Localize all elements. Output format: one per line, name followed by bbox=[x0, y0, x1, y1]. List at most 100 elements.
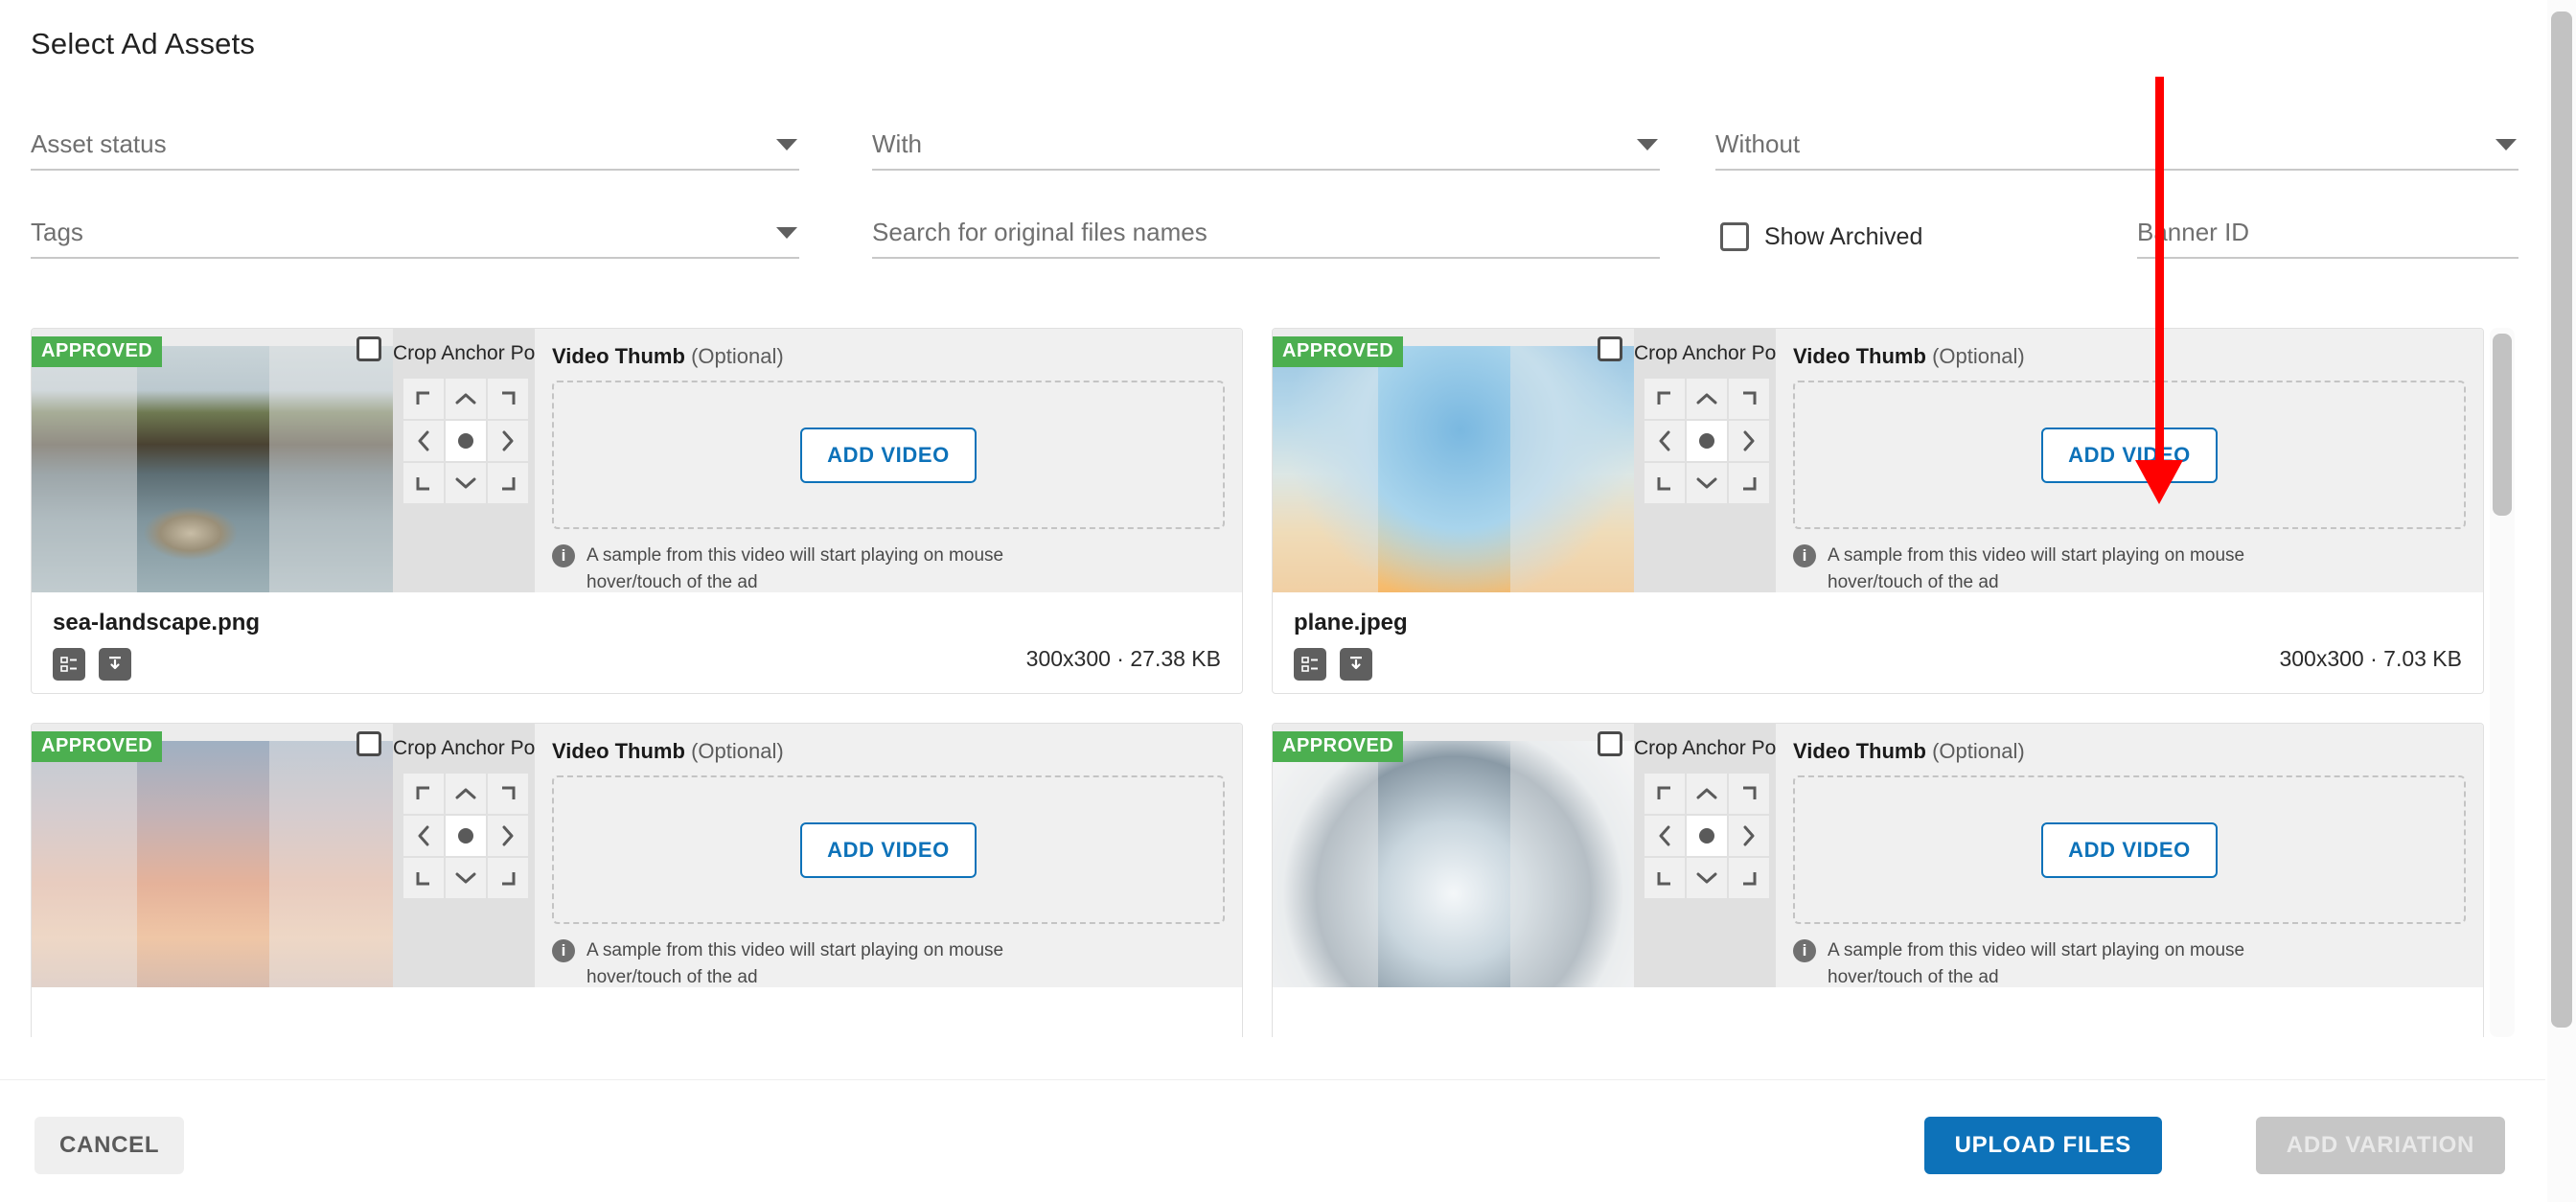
crop-anchor-middle-right-icon[interactable] bbox=[488, 816, 528, 856]
crop-anchor-middle-right-icon[interactable] bbox=[1729, 421, 1769, 461]
crop-anchor-top-left-icon[interactable] bbox=[403, 774, 444, 814]
chevron-down-icon[interactable] bbox=[776, 227, 797, 239]
crop-anchor-top-center-icon[interactable] bbox=[446, 379, 486, 419]
crop-anchor-bottom-left-icon[interactable] bbox=[403, 858, 444, 898]
asset-card[interactable]: APPROVED Crop Anchor Point Video Thumb (… bbox=[1272, 328, 2484, 694]
crop-overlay-region bbox=[137, 346, 269, 592]
crop-anchor-middle-left-icon[interactable] bbox=[1644, 421, 1685, 461]
tags-select[interactable]: Tags bbox=[31, 209, 799, 259]
crop-anchor-bottom-left-icon[interactable] bbox=[1644, 463, 1685, 503]
crop-anchor-bottom-right-icon[interactable] bbox=[1729, 858, 1769, 898]
without-select[interactable]: Without bbox=[1715, 121, 2518, 171]
asset-card-top: APPROVED Crop Anchor Point Video Thumb (… bbox=[1273, 724, 2483, 987]
crop-anchor-bottom-center-icon[interactable] bbox=[1687, 858, 1727, 898]
asset-list-scrollbar-thumb[interactable] bbox=[2493, 334, 2512, 516]
cancel-button[interactable]: CANCEL bbox=[34, 1117, 185, 1174]
add-video-button[interactable]: ADD VIDEO bbox=[800, 427, 977, 483]
asset-thumbnail[interactable]: APPROVED bbox=[1273, 724, 1634, 987]
banner-id-placeholder: Banner ID bbox=[2137, 218, 2250, 246]
checkbox-box[interactable] bbox=[1720, 222, 1749, 251]
crop-anchor-middle-left-icon[interactable] bbox=[1644, 816, 1685, 856]
chevron-down-icon[interactable] bbox=[2496, 139, 2517, 150]
add-video-button[interactable]: ADD VIDEO bbox=[800, 821, 977, 878]
crop-anchor-bottom-center-icon[interactable] bbox=[1687, 463, 1727, 503]
video-thumb-title-text: Video Thumb bbox=[552, 739, 685, 763]
asset-thumbnail[interactable]: APPROVED bbox=[1273, 329, 1634, 592]
video-dropzone[interactable]: ADD VIDEO bbox=[552, 775, 1225, 924]
info-icon: i bbox=[1793, 939, 1816, 962]
crop-anchor-top-left-icon[interactable] bbox=[1644, 379, 1685, 419]
asset-file-name: plane.jpeg bbox=[1294, 610, 1408, 636]
download-icon[interactable] bbox=[1340, 648, 1372, 681]
crop-anchor-top-right-icon[interactable] bbox=[1729, 379, 1769, 419]
search-placeholder: Search for original files names bbox=[872, 218, 1208, 246]
crop-anchor-top-right-icon[interactable] bbox=[488, 379, 528, 419]
download-icon[interactable] bbox=[99, 648, 131, 681]
video-thumb-title: Video Thumb (Optional) bbox=[552, 344, 1225, 369]
crop-anchor-title: Crop Anchor Point bbox=[393, 342, 557, 364]
tags-label: Tags bbox=[31, 218, 83, 246]
video-dropzone[interactable]: ADD VIDEO bbox=[1793, 775, 2466, 924]
video-hint: i A sample from this video will start pl… bbox=[552, 937, 1225, 990]
crop-anchor-center-icon[interactable] bbox=[446, 816, 486, 856]
add-video-button[interactable]: ADD VIDEO bbox=[2041, 821, 2218, 878]
status-badge: APPROVED bbox=[1273, 731, 1404, 762]
crop-anchor-top-left-icon[interactable] bbox=[403, 379, 444, 419]
crop-anchor-panel: Crop Anchor Point bbox=[1634, 724, 1798, 987]
crop-anchor-top-center-icon[interactable] bbox=[446, 774, 486, 814]
show-archived-checkbox[interactable]: Show Archived bbox=[1720, 222, 1922, 251]
crop-anchor-bottom-right-icon[interactable] bbox=[1729, 463, 1769, 503]
search-input[interactable]: Search for original files names bbox=[872, 209, 1660, 259]
crop-anchor-bottom-right-icon[interactable] bbox=[488, 463, 528, 503]
crop-anchor-panel: Crop Anchor Point bbox=[393, 724, 556, 987]
video-thumb-optional: (Optional) bbox=[1932, 739, 2025, 763]
crop-anchor-bottom-center-icon[interactable] bbox=[446, 463, 486, 503]
video-thumb-title-text: Video Thumb bbox=[1793, 739, 1926, 763]
crop-anchor-center-icon[interactable] bbox=[1687, 421, 1727, 461]
crop-anchor-bottom-right-icon[interactable] bbox=[488, 858, 528, 898]
add-video-button[interactable]: ADD VIDEO bbox=[2041, 427, 2218, 483]
with-select[interactable]: With bbox=[872, 121, 1660, 171]
crop-anchor-bottom-left-icon[interactable] bbox=[1644, 858, 1685, 898]
crop-anchor-title: Crop Anchor Point bbox=[1634, 737, 1798, 759]
crop-anchor-middle-left-icon[interactable] bbox=[403, 421, 444, 461]
asset-select-checkbox[interactable] bbox=[1598, 336, 1622, 361]
asset-select-checkbox[interactable] bbox=[356, 731, 381, 756]
crop-anchor-panel: Crop Anchor Point bbox=[1634, 329, 1797, 592]
asset-thumbnail[interactable]: APPROVED bbox=[32, 724, 393, 987]
crop-anchor-middle-left-icon[interactable] bbox=[403, 816, 444, 856]
chevron-down-icon[interactable] bbox=[776, 139, 797, 150]
asset-select-checkbox[interactable] bbox=[1598, 731, 1622, 756]
crop-anchor-middle-right-icon[interactable] bbox=[488, 421, 528, 461]
asset-grid: APPROVED Crop Anchor Point Video Thumb (… bbox=[31, 328, 2517, 1037]
crop-anchor-top-center-icon[interactable] bbox=[1687, 774, 1727, 814]
video-hint: i A sample from this video will start pl… bbox=[1793, 543, 2466, 595]
crop-anchor-middle-right-icon[interactable] bbox=[1729, 816, 1769, 856]
asset-card-top: APPROVED Crop Anchor Point Video Thumb (… bbox=[32, 329, 1242, 592]
video-thumb-panel: Video Thumb (Optional) ADD VIDEO i A sam… bbox=[535, 724, 1242, 987]
details-icon[interactable] bbox=[1294, 648, 1326, 681]
crop-anchor-center-icon[interactable] bbox=[446, 421, 486, 461]
crop-anchor-bottom-left-icon[interactable] bbox=[403, 463, 444, 503]
asset-card[interactable]: APPROVED Crop Anchor Point Video Thumb (… bbox=[31, 723, 1243, 1037]
video-dropzone[interactable]: ADD VIDEO bbox=[1793, 381, 2466, 529]
asset-card[interactable]: APPROVED Crop Anchor Point Video Thumb (… bbox=[1272, 723, 2484, 1037]
banner-id-input[interactable]: Banner ID bbox=[2137, 209, 2518, 259]
asset-card[interactable]: APPROVED Crop Anchor Point Video Thumb (… bbox=[31, 328, 1243, 694]
asset-card-footer: sea-landscape.png 300x300 · 27.38 KB bbox=[32, 592, 1242, 693]
video-dropzone[interactable]: ADD VIDEO bbox=[552, 381, 1225, 529]
crop-anchor-bottom-center-icon[interactable] bbox=[446, 858, 486, 898]
asset-status-select[interactable]: Asset status bbox=[31, 121, 799, 171]
crop-anchor-top-right-icon[interactable] bbox=[488, 774, 528, 814]
crop-anchor-center-icon[interactable] bbox=[1687, 816, 1727, 856]
chevron-down-icon[interactable] bbox=[1637, 139, 1658, 150]
asset-list-scroll-region[interactable]: APPROVED Crop Anchor Point Video Thumb (… bbox=[31, 328, 2517, 1037]
upload-files-button[interactable]: UPLOAD FILES bbox=[1923, 1117, 2162, 1174]
details-icon[interactable] bbox=[53, 648, 85, 681]
crop-anchor-top-left-icon[interactable] bbox=[1644, 774, 1685, 814]
page-scrollbar-thumb[interactable] bbox=[2551, 12, 2572, 1028]
crop-anchor-top-right-icon[interactable] bbox=[1729, 774, 1769, 814]
asset-select-checkbox[interactable] bbox=[356, 336, 381, 361]
asset-thumbnail[interactable]: APPROVED bbox=[32, 329, 393, 592]
crop-anchor-top-center-icon[interactable] bbox=[1687, 379, 1727, 419]
